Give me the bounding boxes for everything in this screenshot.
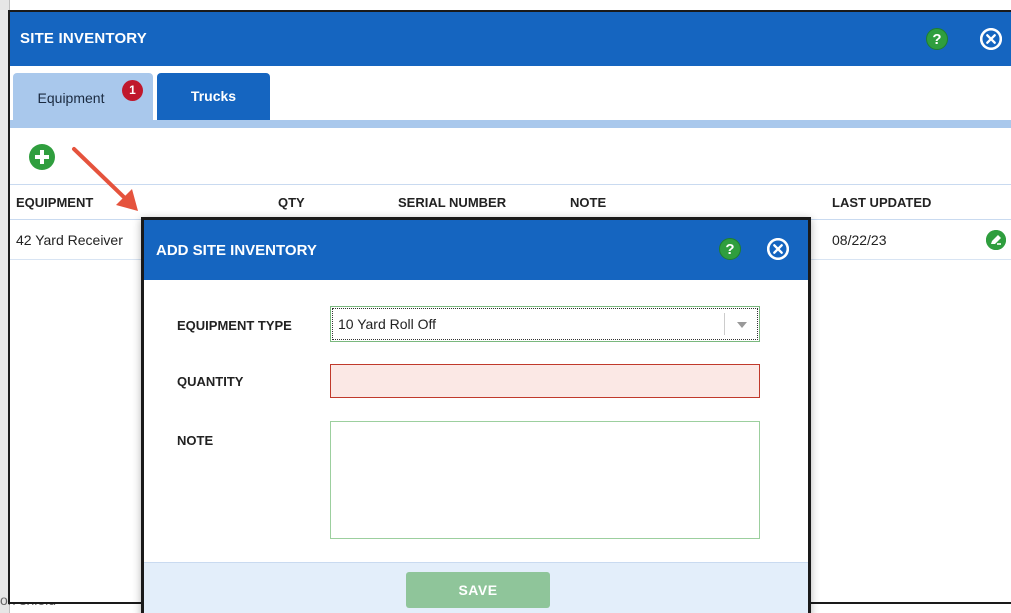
tab-underline [10, 120, 1011, 128]
equipment-type-label: EQUIPMENT TYPE [177, 318, 292, 333]
col-serial-number[interactable]: SERIAL NUMBER [398, 195, 506, 210]
help-icon[interactable]: ? [926, 28, 948, 50]
dialog-footer: SAVE [144, 562, 808, 613]
quantity-field[interactable] [330, 364, 760, 398]
tab-trucks[interactable]: Trucks [157, 73, 270, 120]
add-icon[interactable] [29, 144, 55, 170]
save-button[interactable]: SAVE [406, 572, 550, 608]
select-divider [724, 313, 725, 335]
note-label: NOTE [177, 433, 214, 448]
chevron-down-icon[interactable] [737, 322, 747, 328]
dialog-header: ADD SITE INVENTORY ? [144, 220, 808, 280]
edit-circle-icon[interactable] [986, 230, 1006, 250]
tab-equipment-label: Equipment [37, 90, 105, 106]
equipment-type-select[interactable]: 10 Yard Roll Off [330, 306, 760, 342]
col-last-updated[interactable]: LAST UPDATED [832, 195, 931, 210]
cell-last-updated: 08/22/23 [832, 232, 887, 248]
close-icon[interactable] [767, 238, 789, 260]
notification-badge: 1 [122, 80, 143, 101]
help-icon[interactable]: ? [719, 238, 741, 260]
close-icon[interactable] [980, 28, 1002, 50]
dialog-body: EQUIPMENT TYPE 10 Yard Roll Off QUANTITY… [144, 280, 808, 562]
window-title: SITE INVENTORY [20, 30, 147, 47]
tab-trucks-label: Trucks [190, 88, 237, 104]
window-header: SITE INVENTORY ? [10, 12, 1011, 66]
pointer-arrow-icon [72, 147, 138, 211]
cell-equipment: 42 Yard Receiver [16, 232, 123, 248]
table-header: EQUIPMENT QTY SERIAL NUMBER NOTE LAST UP… [10, 184, 1011, 220]
col-note[interactable]: NOTE [570, 195, 606, 210]
add-site-inventory-dialog: ADD SITE INVENTORY ? EQUIPMENT TYPE 10 Y… [141, 217, 811, 613]
col-qty[interactable]: QTY [278, 195, 305, 210]
equipment-type-value: 10 Yard Roll Off [338, 316, 437, 332]
quantity-label: QUANTITY [177, 374, 244, 389]
note-field[interactable] [330, 421, 760, 539]
dialog-title: ADD SITE INVENTORY [156, 242, 317, 259]
